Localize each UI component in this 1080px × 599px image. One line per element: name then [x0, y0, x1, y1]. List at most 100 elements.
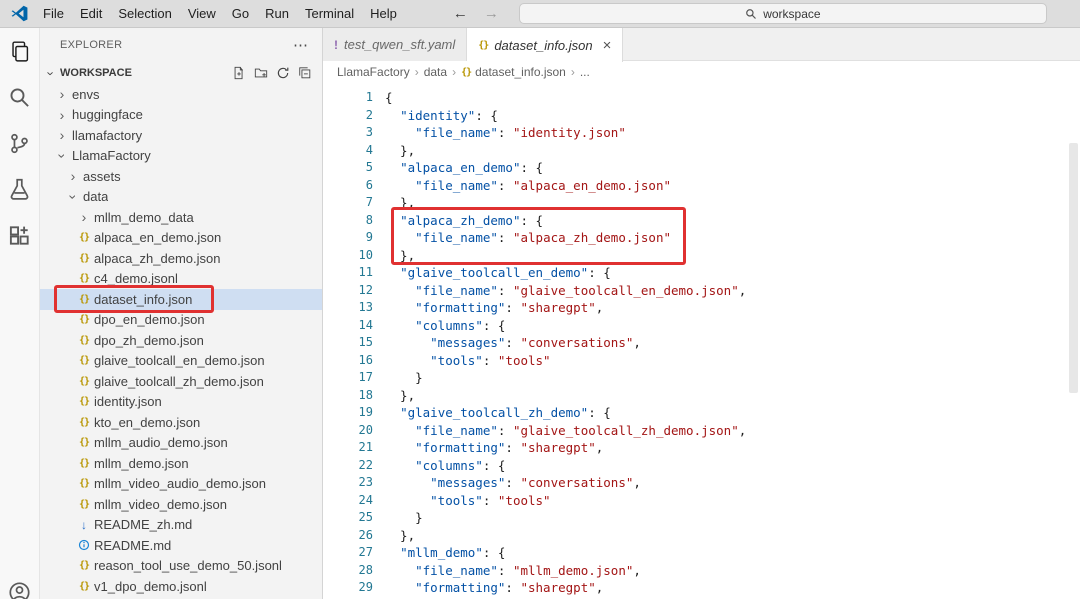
code-line: 18 },	[323, 387, 1080, 405]
menu-view[interactable]: View	[180, 4, 224, 23]
tree-item[interactable]: {} mllm_video_demo.json	[40, 494, 322, 515]
tree-item[interactable]: {} c4_demo.jsonl	[40, 269, 322, 290]
tree-item[interactable]: {} kto_en_demo.json	[40, 412, 322, 433]
tree-item[interactable]: {} glaive_toolcall_en_demo.json	[40, 351, 322, 372]
workspace-actions	[231, 66, 312, 81]
line-number: 25	[358, 510, 373, 524]
tree-item[interactable]: {} alpaca_zh_demo.json	[40, 248, 322, 269]
tree-item[interactable]: {} alpaca_en_demo.json	[40, 228, 322, 249]
code-line: 12 "file_name": "glaive_toolcall_en_demo…	[323, 282, 1080, 300]
menu-help[interactable]: Help	[362, 4, 405, 23]
code-area[interactable]: 1{2 "identity": {3 "file_name": "identit…	[323, 83, 1080, 599]
code-line: 24 "tools": "tools"	[323, 492, 1080, 510]
tab-test_qwen_sft.yaml[interactable]: ! test_qwen_sft.yaml	[323, 28, 468, 61]
code-line: 20 "file_name": "glaive_toolcall_zh_demo…	[323, 422, 1080, 440]
markdown-file-icon: ↓	[81, 517, 87, 532]
tree-item[interactable]: › llamafactory	[40, 125, 322, 146]
code-lines: 1{2 "identity": {3 "file_name": "identit…	[323, 89, 1080, 597]
menu-selection[interactable]: Selection	[110, 4, 179, 23]
editor-scrollbar[interactable]	[1069, 143, 1078, 393]
tree-item[interactable]: › data	[40, 187, 322, 208]
code-text: "tools": "tools"	[430, 492, 551, 508]
tree-item[interactable]: {} reason_tool_use_demo_50.jsonl	[40, 556, 322, 577]
menu-file[interactable]: File	[35, 4, 72, 23]
tree-item[interactable]: › envs	[40, 84, 322, 105]
code-text: "file_name": "glaive_toolcall_en_demo.js…	[415, 282, 747, 298]
chevron-right-icon: ›	[59, 106, 65, 123]
refresh-icon[interactable]	[275, 66, 290, 81]
breadcrumb-item[interactable]: data	[424, 65, 447, 79]
tree-item[interactable]: › LlamaFactory	[40, 146, 322, 167]
chevron-right-icon: ›	[81, 209, 87, 226]
code-text: }	[385, 370, 423, 385]
breadcrumb: LlamaFactory › data › {} dataset_info.json ›..…	[323, 61, 1080, 83]
breadcrumb-item[interactable]: {} dataset_info.json	[461, 65, 566, 79]
tree-item[interactable]: {} dpo_zh_demo.json	[40, 330, 322, 351]
tree-item[interactable]: {} mllm_demo.json	[40, 453, 322, 474]
collapse-all-icon[interactable]	[297, 66, 312, 81]
code-text: "file_name": "glaive_toolcall_zh_demo.js…	[415, 422, 747, 438]
code-line: 25 }	[323, 509, 1080, 527]
line-number: 7	[365, 195, 373, 209]
code-text: "columns": {	[415, 317, 506, 333]
line-number: 4	[365, 142, 373, 157]
breadcrumb-item[interactable]: LlamaFactory	[337, 65, 410, 79]
title-bar: File Edit Selection View Go Run Terminal Help ←…	[0, 0, 1080, 28]
more-actions-icon[interactable]: ⋯	[293, 36, 308, 54]
code-text: "file_name": "mllm_demo.json",	[415, 562, 641, 578]
chevron-down-icon: ›	[43, 70, 59, 76]
explorer-icon[interactable]	[0, 28, 40, 74]
tab-dataset_info.json[interactable]: {} dataset_info.json ×	[467, 28, 624, 62]
tree-item[interactable]: ↓ README_zh.md	[40, 515, 322, 536]
tab-bar: ! test_qwen_sft.yaml {} dataset_info.json ×	[323, 28, 1080, 62]
code-text: "columns": {	[415, 457, 506, 473]
tree-item[interactable]: {} dpo_en_demo.json	[40, 310, 322, 331]
code-line: 29 "formatting": "sharegpt",	[323, 579, 1080, 597]
menu-terminal[interactable]: Terminal	[297, 4, 362, 23]
line-number: 14	[358, 317, 373, 332]
info-file-icon	[78, 539, 90, 551]
tree-item-label: c4_demo.jsonl	[94, 271, 178, 287]
search-icon[interactable]	[0, 74, 40, 120]
breadcrumb-separator: ›	[452, 65, 457, 79]
tree-item[interactable]: › huggingface	[40, 105, 322, 126]
json-file-icon: {}	[78, 273, 90, 285]
workspace-section-header[interactable]: › WORKSPACE	[40, 62, 322, 84]
forward-arrow-icon[interactable]: →	[484, 5, 499, 22]
tree-item[interactable]: › mllm_demo_data	[40, 207, 322, 228]
new-folder-icon[interactable]	[253, 66, 268, 81]
tree-item[interactable]: {} v1_dpo_demo.jsonl	[40, 576, 322, 597]
code-line: 22 "columns": {	[323, 457, 1080, 475]
tree-item[interactable]: {} glaive_toolcall_zh_demo.json	[40, 371, 322, 392]
tree-item[interactable]: {} dataset_info.json	[40, 289, 322, 310]
code-text: "glaive_toolcall_en_demo": {	[400, 265, 611, 280]
source-control-icon[interactable]	[0, 120, 40, 166]
tree-item[interactable]: {} mllm_audio_demo.json	[40, 433, 322, 454]
tree-item-label: mllm_video_demo.json	[94, 496, 227, 512]
tree-item[interactable]: › assets	[40, 166, 322, 187]
menu-edit[interactable]: Edit	[72, 4, 110, 23]
code-text: "glaive_toolcall_zh_demo": {	[400, 405, 611, 420]
breadcrumb-item[interactable]: ...	[580, 65, 590, 79]
code-text: "alpaca_en_demo": {	[400, 160, 544, 175]
tree-item-label: huggingface	[72, 107, 143, 123]
workspace-label: WORKSPACE	[60, 67, 132, 79]
code-text: "tools": "tools"	[430, 352, 551, 368]
tree-item[interactable]: {} mllm_video_audio_demo.json	[40, 474, 322, 495]
command-center-search[interactable]: workspace	[518, 3, 1047, 24]
code-line: 13 "formatting": "sharegpt",	[323, 299, 1080, 317]
code-line: 5 "alpaca_en_demo": {	[323, 159, 1080, 177]
code-text: "messages": "conversations",	[430, 475, 641, 490]
menu-run[interactable]: Run	[257, 4, 297, 23]
tree-item[interactable]: README.md	[40, 535, 322, 556]
back-arrow-icon[interactable]: ←	[453, 5, 468, 22]
tree-item[interactable]: {} identity.json	[40, 392, 322, 413]
new-file-icon[interactable]	[231, 66, 246, 81]
extensions-icon[interactable]	[0, 212, 40, 258]
menu-go[interactable]: Go	[224, 4, 257, 23]
json-file-icon: {}	[78, 498, 90, 510]
run-debug-icon[interactable]	[0, 166, 40, 212]
close-icon[interactable]: ×	[603, 37, 612, 54]
accounts-icon[interactable]	[0, 569, 40, 599]
json-file-icon: {}	[78, 580, 90, 592]
